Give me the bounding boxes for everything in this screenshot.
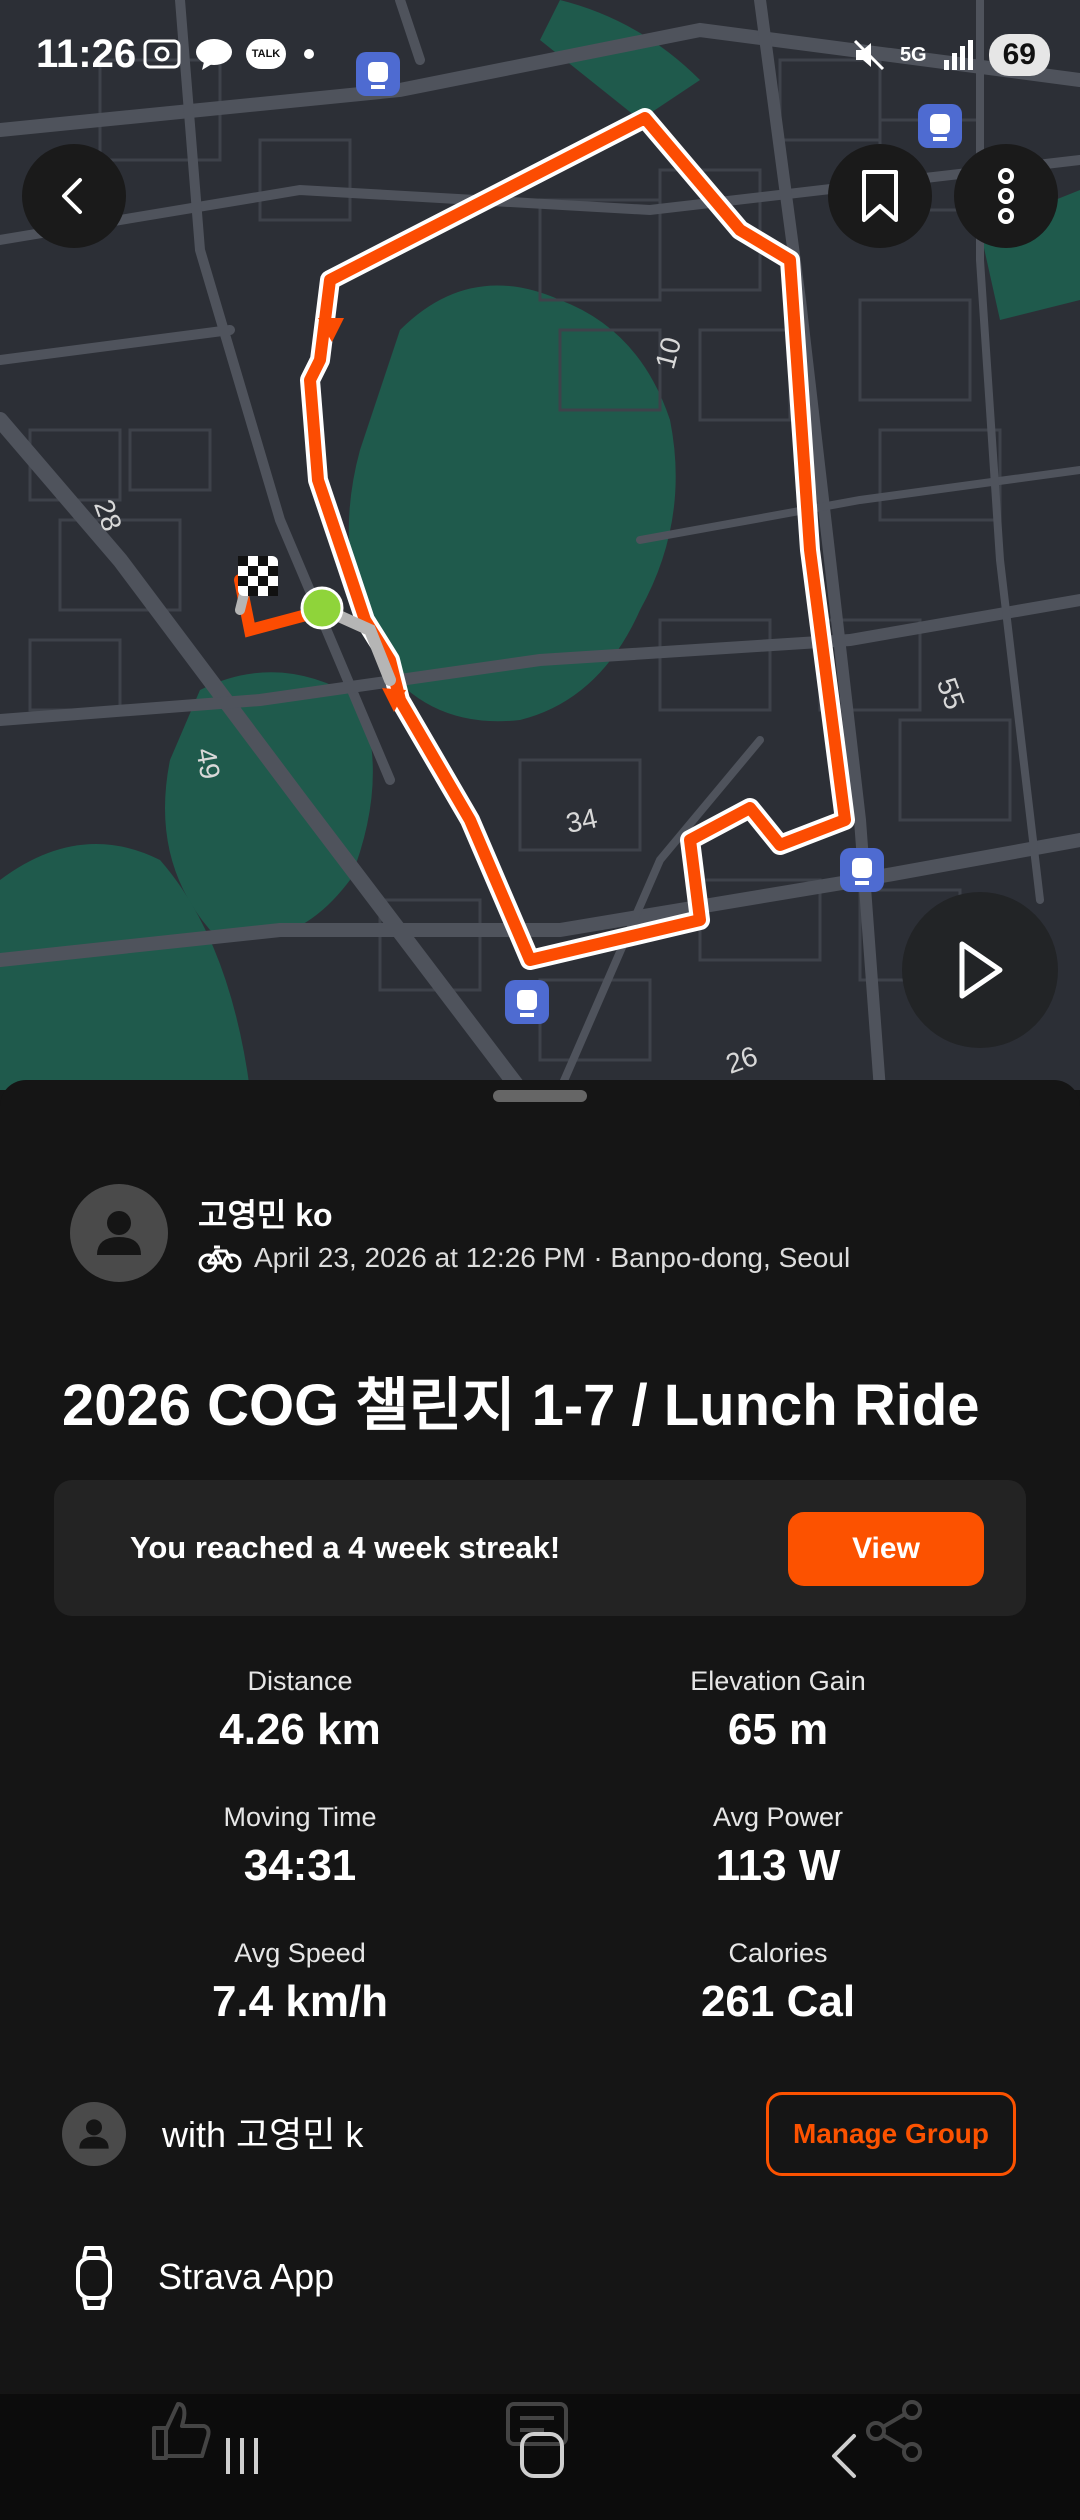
finish-flag-icon <box>238 556 278 596</box>
stat-label: Moving Time <box>223 1802 377 1832</box>
back-button[interactable] <box>22 144 126 248</box>
activity-details-sheet: 고영민 ko April 23, 2026 at 12:26 PM · Banp… <box>0 1080 1080 2396</box>
subway-station-icon <box>840 848 884 892</box>
street-label: 55 <box>931 674 971 714</box>
signal-icon <box>943 40 973 70</box>
system-back-icon[interactable] <box>826 2432 862 2480</box>
streak-card: You reached a 4 week streak! View <box>54 1480 1026 1616</box>
play-flyover-button[interactable] <box>902 892 1058 1048</box>
watch-icon <box>76 2246 112 2310</box>
bottom-navigation-bar <box>0 2394 1080 2520</box>
street-label: 34 <box>563 802 600 839</box>
play-icon <box>959 941 1003 999</box>
more-vertical-icon <box>998 168 1014 224</box>
bookmark-icon <box>862 170 898 222</box>
sheet-grabber[interactable] <box>493 1090 587 1102</box>
bike-icon <box>198 1245 242 1273</box>
group-member-avatar[interactable] <box>62 2102 126 2166</box>
person-icon <box>97 1211 141 1255</box>
talk-icon: TALK <box>246 39 286 69</box>
screenshot-icon <box>143 39 181 69</box>
stat-label: Avg Power <box>712 1802 844 1832</box>
stat-value: 34:31 <box>243 1841 357 1890</box>
thumbs-up-icon[interactable] <box>148 2398 214 2464</box>
stat-avg-power: Avg Power 113 W <box>578 1802 978 1891</box>
stat-value: 113 W <box>715 1841 841 1890</box>
activity-date-location: April 23, 2026 at 12:26 PM · Banpo-dong,… <box>254 1242 851 1273</box>
mute-icon <box>853 39 884 71</box>
chat-bubble-icon <box>196 39 232 70</box>
share-icon[interactable] <box>862 2398 928 2464</box>
streak-message: You reached a 4 week streak! <box>130 1530 561 1565</box>
subway-station-icon <box>505 980 549 1024</box>
notification-icons: TALK <box>142 36 314 72</box>
stat-label: Avg Speed <box>234 1938 366 1968</box>
activity-meta: April 23, 2026 at 12:26 PM · Banpo-dong,… <box>198 1242 850 1274</box>
system-status-icons: 5G 69 <box>852 34 1050 76</box>
stat-label: Calories <box>728 1938 828 1968</box>
stat-label: Distance <box>247 1666 353 1696</box>
stat-distance: Distance 4.26 km <box>100 1666 500 1755</box>
network-type-icon: 5G <box>899 43 927 66</box>
stat-elevation-gain: Elevation Gain 65 m <box>578 1666 978 1755</box>
street-label: 10 <box>649 334 687 372</box>
street-label: 49 <box>190 746 226 782</box>
status-time: 11:26 <box>36 32 137 76</box>
battery-indicator: 69 <box>988 34 1050 76</box>
stat-value: 4.26 km <box>219 1705 381 1754</box>
person-icon <box>79 2119 109 2149</box>
recent-apps-icon[interactable] <box>222 2434 262 2478</box>
stat-avg-speed: Avg Speed 7.4 km/h <box>100 1938 500 2027</box>
home-icon[interactable] <box>518 2430 566 2480</box>
activity-title: 2026 COG 챌린지 1-7 / Lunch Ride <box>62 1373 980 1438</box>
street-label: 26 <box>722 1040 762 1080</box>
stat-label: Elevation Gain <box>690 1666 866 1696</box>
park-area <box>165 672 373 939</box>
dot-icon <box>304 49 314 59</box>
manage-group-button[interactable]: Manage Group <box>766 2092 1016 2176</box>
view-streak-button[interactable]: View <box>788 1512 984 1586</box>
stat-value: 65 m <box>727 1705 829 1754</box>
stat-moving-time: Moving Time 34:31 <box>100 1802 500 1891</box>
start-marker <box>300 586 344 630</box>
device-name: Strava App <box>158 2256 335 2297</box>
stat-value: 261 Cal <box>700 1977 856 2026</box>
athlete-name[interactable]: 고영민 ko <box>198 1190 333 1236</box>
athlete-avatar[interactable] <box>70 1184 168 1282</box>
status-bar: 11:26 TALK 5G 69 <box>0 0 1080 120</box>
group-members-text[interactable]: with 고영민 k <box>162 2106 363 2158</box>
chevron-left-icon <box>62 178 82 214</box>
stat-calories: Calories 261 Cal <box>578 1938 978 2027</box>
bookmark-button[interactable] <box>828 144 932 248</box>
stat-value: 7.4 km/h <box>211 1977 389 2026</box>
more-options-button[interactable] <box>954 144 1058 248</box>
